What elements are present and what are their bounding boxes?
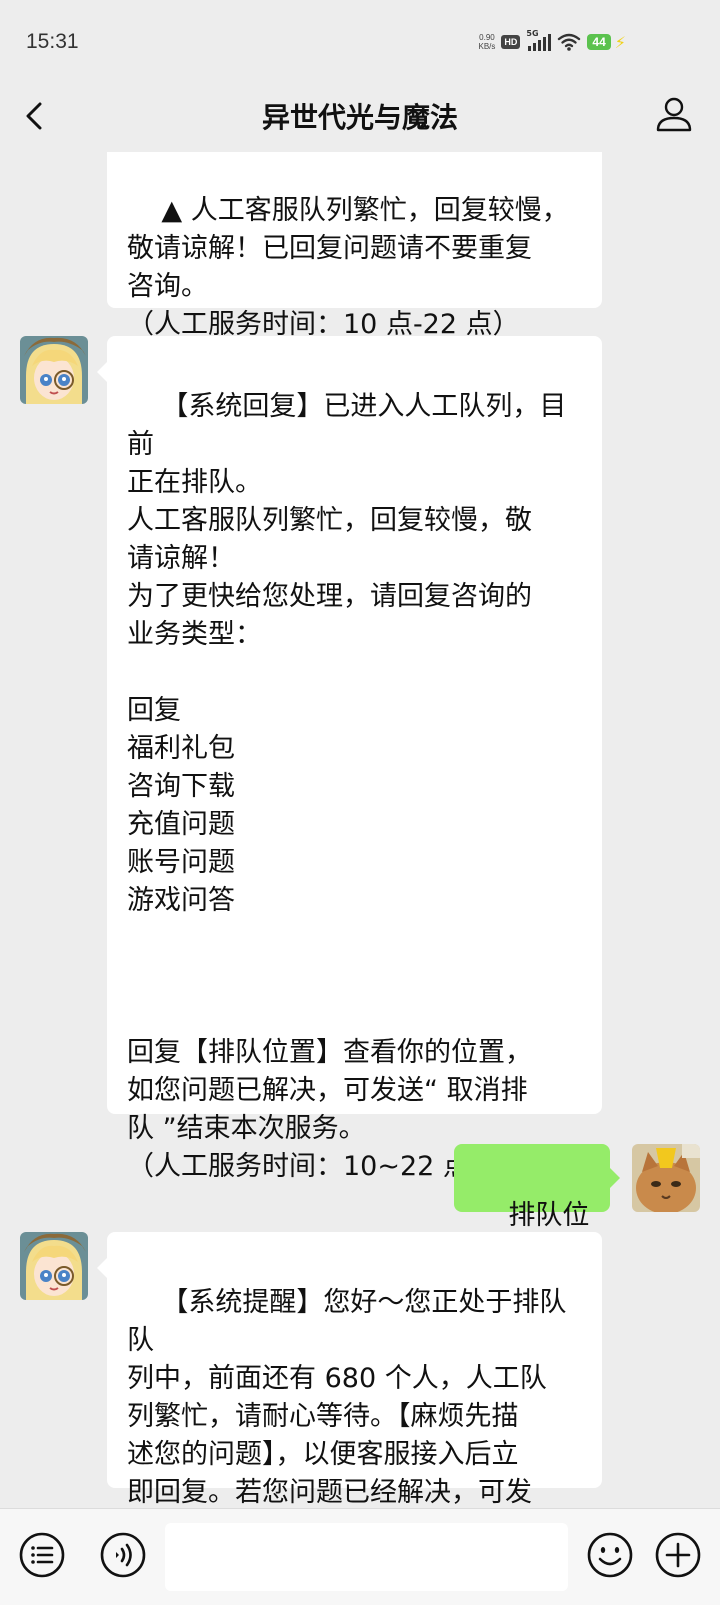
plus-icon[interactable] xyxy=(654,1531,702,1579)
network-speed-unit: KB/s xyxy=(478,42,496,51)
cat-avatar xyxy=(632,1144,700,1212)
status-icons: 0.90 KB/s HD 5G 44 ⚡ xyxy=(479,29,627,54)
input-bar xyxy=(0,1508,720,1605)
message-text: ▲ 人工客服队列繁忙，回复较慢， 敬请谅解！已回复问题请不要重复 咨询。 （人工… xyxy=(127,195,569,340)
cellular-signal-icon: 5G xyxy=(526,29,552,51)
status-bar: 15:31 0.90 KB/s HD 5G 44 ⚡ xyxy=(0,0,720,80)
emoji-icon[interactable] xyxy=(586,1531,634,1579)
message-list[interactable]: ▲ 人工客服队列繁忙，回复较慢， 敬请谅解！已回复问题请不要重复 咨询。 （人工… xyxy=(0,152,720,1508)
chat-title: 异世代光与魔法 xyxy=(261,101,458,134)
charging-icon: ⚡ xyxy=(614,32,626,52)
user-avatar[interactable] xyxy=(632,1144,700,1212)
message-text: 【系统回复】已进入人工队列，目前 正在排队。 人工客服队列繁忙，回复较慢，敬 请… xyxy=(127,391,567,1182)
network-speed-value: 0.90 xyxy=(479,33,495,42)
message-text: 【系统提醒】您好～您正处于排队队 列中，前面还有 680 个人，人工队 列繁忙，… xyxy=(127,1287,567,1508)
network-speed: 0.90 KB/s xyxy=(479,33,496,51)
anime-character-avatar xyxy=(20,336,88,404)
message-bubble[interactable]: ▲ 人工客服队列繁忙，回复较慢， 敬请谅解！已回复问题请不要重复 咨询。 （人工… xyxy=(107,152,602,340)
service-avatar[interactable] xyxy=(20,1232,88,1300)
own-message-bubble[interactable]: 排队位置 xyxy=(454,1144,620,1269)
battery-icon: 44 xyxy=(587,34,611,50)
service-avatar[interactable] xyxy=(20,336,88,404)
message-bubble[interactable]: 【系统回复】已进入人工队列，目前 正在排队。 人工客服队列繁忙，回复较慢，敬 请… xyxy=(97,336,602,1182)
voice-icon[interactable] xyxy=(99,1531,147,1579)
hd-badge: HD xyxy=(501,35,521,49)
status-time: 15:31 xyxy=(26,30,79,53)
wifi-icon xyxy=(558,33,581,51)
chat-header: 异世代光与魔法 xyxy=(0,80,720,152)
anime-character-avatar xyxy=(20,1232,88,1300)
message-input[interactable] xyxy=(165,1523,568,1591)
message-bubble[interactable]: 【系统提醒】您好～您正处于排队队 列中，前面还有 680 个人，人工队 列繁忙，… xyxy=(97,1232,602,1508)
list-icon[interactable] xyxy=(18,1531,66,1579)
person-icon[interactable] xyxy=(654,94,694,134)
network-type-label: 5G xyxy=(526,29,539,38)
